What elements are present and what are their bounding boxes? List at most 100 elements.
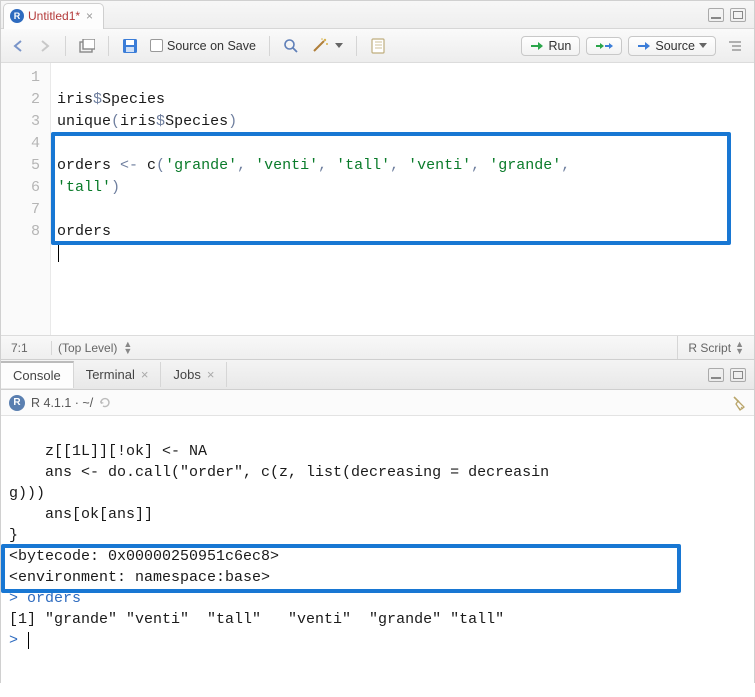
tab-label: Terminal bbox=[86, 367, 135, 382]
back-button[interactable] bbox=[7, 36, 31, 56]
code-line bbox=[57, 135, 66, 152]
line-number: 2 bbox=[5, 89, 40, 111]
code-line: 'tall') bbox=[57, 179, 120, 196]
r-version-label: R 4.1.1 · ~/ bbox=[31, 396, 93, 410]
editor-toolbar: Source on Save Run bbox=[1, 29, 754, 63]
code-line: unique(iris$Species) bbox=[57, 113, 237, 130]
text-cursor bbox=[58, 245, 59, 262]
minimize-pane-icon[interactable] bbox=[708, 368, 724, 382]
code-tools-button[interactable] bbox=[306, 35, 348, 57]
console-output[interactable]: z[[1L]][!ok] <- NA ans <- do.call("order… bbox=[1, 416, 754, 697]
show-in-new-window-button[interactable] bbox=[74, 36, 100, 56]
rerun-icon bbox=[595, 40, 613, 52]
line-number: 4 bbox=[5, 133, 40, 155]
close-icon[interactable]: × bbox=[141, 367, 149, 382]
tab-terminal[interactable]: Terminal × bbox=[74, 362, 162, 387]
line-number: 6 bbox=[5, 177, 40, 199]
scope-label: (Top Level) bbox=[58, 341, 117, 355]
tab-label: Console bbox=[13, 368, 61, 383]
pane-window-controls bbox=[708, 8, 754, 22]
reload-icon[interactable] bbox=[99, 397, 111, 409]
console-line: <environment: namespace:base> bbox=[9, 569, 270, 586]
annotation-highlight-editor bbox=[51, 132, 731, 245]
source-on-save-toggle[interactable]: Source on Save bbox=[145, 36, 261, 56]
code-line: orders bbox=[57, 223, 111, 240]
rstudio-window: R Untitled1* × bbox=[0, 0, 755, 683]
run-label: Run bbox=[548, 39, 571, 53]
text-cursor bbox=[28, 632, 29, 649]
tab-jobs[interactable]: Jobs × bbox=[161, 362, 227, 387]
magic-wand-icon bbox=[311, 38, 331, 54]
source-arrow-icon bbox=[637, 40, 651, 52]
chevron-down-icon bbox=[699, 43, 707, 48]
save-button[interactable] bbox=[117, 35, 143, 57]
console-statusbar: R R 4.1.1 · ~/ bbox=[1, 390, 754, 416]
code-area[interactable]: iris$Species unique(iris$Species) orders… bbox=[51, 63, 754, 335]
run-button[interactable]: Run bbox=[521, 36, 580, 56]
editor-tabbar: R Untitled1* × bbox=[1, 1, 754, 29]
clear-console-icon[interactable] bbox=[730, 395, 746, 411]
tab-console[interactable]: Console bbox=[1, 361, 74, 388]
console-line: [1] "grande" "venti" "tall" "venti" "gra… bbox=[9, 611, 522, 628]
console-tabbar: Console Terminal × Jobs × bbox=[1, 360, 754, 390]
source-editor-pane: R Untitled1* × bbox=[1, 1, 754, 360]
console-line: ans[ok[ans]] bbox=[9, 506, 153, 523]
maximize-pane-icon[interactable] bbox=[730, 368, 746, 382]
code-line: iris$Species bbox=[57, 91, 165, 108]
line-number: 1 bbox=[5, 67, 40, 89]
editor-tab-untitled1[interactable]: R Untitled1* × bbox=[3, 3, 104, 29]
magnifier-icon bbox=[283, 38, 299, 54]
arrow-left-icon bbox=[12, 39, 26, 53]
line-number-gutter: 1 2 3 4 5 6 7 8 bbox=[1, 63, 51, 335]
outline-icon bbox=[727, 39, 743, 53]
r-logo-icon: R bbox=[9, 395, 25, 411]
console-line: <bytecode: 0x00000250951c6ec8> bbox=[9, 548, 279, 565]
source-on-save-label: Source on Save bbox=[167, 39, 256, 53]
language-mode-selector[interactable]: R Script ▲▼ bbox=[677, 336, 754, 359]
source-button[interactable]: Source bbox=[628, 36, 716, 56]
run-arrow-icon bbox=[530, 40, 544, 52]
compile-report-button[interactable] bbox=[365, 35, 391, 57]
editor-tab-title: Untitled1* bbox=[28, 9, 80, 23]
console-line: > bbox=[9, 632, 29, 649]
cursor-position: 7:1 bbox=[1, 341, 51, 355]
language-mode-label: R Script bbox=[688, 341, 731, 355]
tab-label: Jobs bbox=[173, 367, 200, 382]
line-number: 5 bbox=[5, 155, 40, 177]
console-pane: Console Terminal × Jobs × R R 4.1.1 · ~/ bbox=[1, 360, 754, 697]
floppy-disk-icon bbox=[122, 38, 138, 54]
rerun-button[interactable] bbox=[586, 37, 622, 55]
updown-icon: ▲▼ bbox=[123, 341, 132, 355]
code-line bbox=[57, 267, 66, 284]
arrow-right-icon bbox=[38, 39, 52, 53]
scope-selector[interactable]: (Top Level) ▲▼ bbox=[51, 341, 677, 355]
editor-body[interactable]: 1 2 3 4 5 6 7 8 iris$Species unique(iris… bbox=[1, 63, 754, 335]
find-button[interactable] bbox=[278, 35, 304, 57]
editor-statusbar: 7:1 (Top Level) ▲▼ R Script ▲▼ bbox=[1, 335, 754, 359]
console-line: } bbox=[9, 527, 18, 544]
console-line: > orders bbox=[9, 590, 81, 607]
close-icon[interactable]: × bbox=[207, 367, 215, 382]
console-line: z[[1L]][!ok] <- NA bbox=[9, 443, 207, 460]
close-icon[interactable]: × bbox=[84, 9, 95, 23]
code-line bbox=[57, 201, 66, 218]
maximize-pane-icon[interactable] bbox=[730, 8, 746, 22]
code-line: orders <- c('grande', 'venti', 'tall', '… bbox=[57, 157, 570, 174]
outline-button[interactable] bbox=[722, 36, 748, 56]
updown-icon: ▲▼ bbox=[735, 341, 744, 355]
line-number: 7 bbox=[5, 199, 40, 221]
pane-window-controls bbox=[708, 368, 754, 382]
popout-icon bbox=[79, 39, 95, 53]
r-file-icon: R bbox=[10, 9, 24, 23]
console-line: ans <- do.call("order", c(z, list(decrea… bbox=[9, 464, 549, 481]
chevron-down-icon bbox=[335, 43, 343, 48]
line-number: 3 bbox=[5, 111, 40, 133]
minimize-pane-icon[interactable] bbox=[708, 8, 724, 22]
code-line bbox=[57, 245, 59, 262]
checkbox-icon bbox=[150, 39, 163, 52]
console-line: g))) bbox=[9, 485, 45, 502]
notebook-icon bbox=[370, 38, 386, 54]
line-number: 8 bbox=[5, 221, 40, 243]
source-label: Source bbox=[655, 39, 695, 53]
forward-button[interactable] bbox=[33, 36, 57, 56]
